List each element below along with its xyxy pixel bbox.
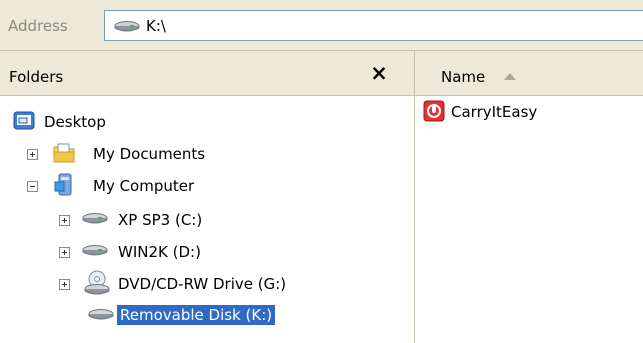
desktop-icon [13, 110, 35, 136]
tree-item-label: XP SP3 (C:) [118, 211, 203, 229]
column-header-name[interactable]: Name [415, 51, 643, 96]
cd-drive-icon [84, 270, 110, 300]
address-input[interactable]: K:\ [104, 10, 643, 41]
expand-icon[interactable] [59, 279, 70, 290]
drive-icon [82, 212, 108, 230]
folders-header: Folders × [0, 51, 414, 96]
drive-icon [114, 19, 140, 37]
files-pane: Name CarryItEasy [415, 51, 643, 343]
address-value: K:\ [146, 17, 166, 35]
explorer-window: Address K:\ Folders × Desktop My Documen… [0, 0, 643, 343]
tree-item-label: Removable Disk (K:) [117, 305, 276, 325]
folder-icon [52, 141, 76, 169]
tree-item-label: Desktop [44, 113, 106, 131]
tree-item-label: DVD/CD-RW Drive (G:) [118, 275, 287, 293]
file-item[interactable]: CarryItEasy [415, 98, 643, 128]
drive-icon [82, 244, 108, 262]
tree-item-label: My Computer [93, 177, 195, 195]
expand-icon[interactable] [59, 215, 70, 226]
folders-title: Folders [9, 68, 64, 86]
app-icon [423, 100, 445, 126]
collapse-icon[interactable] [27, 181, 38, 192]
tree-item-label: My Documents [93, 145, 206, 163]
tree-item-label: WIN2K (D:) [118, 243, 201, 261]
computer-icon [54, 173, 74, 201]
folders-pane: Folders × Desktop My Documents My Comput… [0, 51, 415, 343]
address-label: Address [8, 17, 68, 35]
sort-ascending-icon [504, 73, 516, 80]
column-name-label: Name [441, 68, 486, 86]
expand-icon[interactable] [59, 247, 70, 258]
close-icon[interactable]: × [368, 62, 390, 84]
address-bar: Address K:\ [0, 0, 643, 51]
expand-icon[interactable] [27, 149, 38, 160]
removable-disk-icon [88, 308, 114, 326]
file-label: CarryItEasy [451, 103, 538, 121]
